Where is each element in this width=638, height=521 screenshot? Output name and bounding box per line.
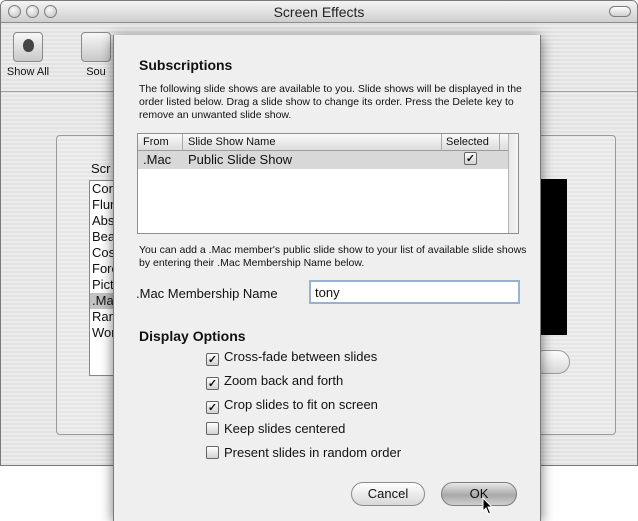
option-checkbox[interactable]: ✓	[206, 377, 219, 390]
table-scrollbar[interactable]	[508, 134, 518, 233]
membership-description: You can add a .Mac member's public slide…	[139, 244, 527, 269]
display-option[interactable]: ✓ Cross-fade between slides	[206, 349, 377, 366]
option-checkbox[interactable]	[206, 446, 219, 459]
row-from: .Mac	[143, 152, 172, 167]
option-label: Present slides in random order	[224, 445, 402, 460]
window-title: Screen Effects	[273, 4, 365, 20]
slide-show-table[interactable]: From Slide Show Name Selected .Mac Publi…	[137, 133, 519, 234]
column-header-from[interactable]: From	[143, 136, 169, 148]
sound-label: Sou	[86, 66, 106, 78]
membership-name-label: .Mac Membership Name	[136, 286, 278, 301]
display-options-title: Display Options	[139, 328, 246, 344]
display-option[interactable]: Keep slides centered	[206, 421, 345, 436]
preview-area	[539, 179, 567, 335]
option-label: Zoom back and forth	[224, 373, 344, 388]
display-option[interactable]: ✓ Zoom back and forth	[206, 373, 343, 390]
option-label: Crop slides to fit on screen	[224, 397, 378, 412]
column-header-selected[interactable]: Selected	[446, 136, 489, 148]
option-label: Keep slides centered	[224, 421, 346, 436]
title-bar: Screen Effects	[1, 1, 637, 23]
display-option[interactable]: ✓ Crop slides to fit on screen	[206, 397, 378, 414]
row-name: Public Slide Show	[188, 152, 293, 167]
subscriptions-description: The following slide shows are available …	[139, 83, 522, 121]
ok-button[interactable]: OK	[441, 482, 517, 506]
table-row[interactable]: .Mac Public Slide Show ✓	[138, 151, 509, 169]
subscriptions-sheet: Subscriptions The following slide shows …	[113, 35, 541, 521]
sound-button[interactable]: Sou	[81, 32, 111, 78]
speaker-icon	[81, 32, 111, 62]
screen-savers-label: Scr	[91, 161, 111, 176]
option-checkbox[interactable]: ✓	[206, 401, 219, 414]
membership-name-input[interactable]	[309, 280, 520, 304]
apple-prefs-icon	[13, 32, 43, 62]
column-header-name[interactable]: Slide Show Name	[188, 136, 275, 148]
option-checkbox[interactable]: ✓	[206, 353, 219, 366]
table-header: From Slide Show Name Selected	[138, 134, 518, 151]
show-all-button[interactable]: Show All	[3, 32, 53, 78]
option-label: Cross-fade between slides	[224, 349, 378, 364]
toolbar-toggle-button[interactable]	[609, 6, 631, 17]
mouse-pointer-icon	[482, 497, 494, 515]
cancel-button[interactable]: Cancel	[351, 482, 425, 506]
option-checkbox[interactable]	[206, 422, 219, 435]
row-selected-checkbox[interactable]: ✓	[464, 152, 477, 165]
display-option[interactable]: Present slides in random order	[206, 445, 401, 460]
subscriptions-title: Subscriptions	[139, 57, 233, 73]
show-all-label: Show All	[6, 66, 50, 78]
